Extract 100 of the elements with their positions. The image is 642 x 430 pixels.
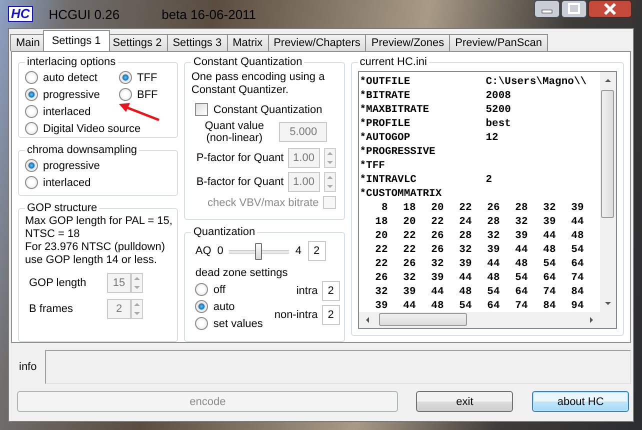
tab[interactable]: Matrix: [226, 34, 269, 51]
matrix-value: 22: [430, 215, 444, 229]
option-label: interlaced: [43, 176, 91, 188]
matrix-value: 26: [402, 257, 416, 271]
checkbox-label: check VBV/max bitrate: [207, 196, 319, 208]
matrix-value: 39: [570, 201, 584, 215]
group-title: current HC.ini: [358, 56, 428, 69]
tab[interactable]: Settings 1: [42, 30, 110, 51]
number-field[interactable]: 2: [322, 281, 340, 301]
ini-value: 2: [486, 173, 494, 187]
minimize-button[interactable]: [534, 0, 560, 18]
matrix-value: 64: [542, 271, 556, 285]
matrix-value: 32: [514, 215, 528, 229]
matrix-value: 54: [486, 285, 500, 299]
matrix-value: 18: [402, 201, 416, 215]
tab[interactable]: Settings 3: [166, 34, 228, 51]
slider-thumb[interactable]: [255, 242, 262, 260]
matrix-value: 32: [374, 285, 388, 299]
matrix-value: 74: [542, 285, 556, 299]
ini-value: best: [486, 117, 512, 131]
matrix-value: 44: [458, 271, 472, 285]
option-label: auto detect: [43, 72, 98, 84]
matrix-value: 48: [458, 285, 472, 299]
ini-value: 12: [486, 131, 500, 145]
matrix-value: 32: [458, 243, 472, 257]
spinner-arrows-icon[interactable]: [324, 148, 336, 168]
field-label: B frames: [29, 303, 74, 315]
ini-key: *BITRATE: [360, 89, 486, 103]
ini-key: *MAXBITRATE: [360, 103, 486, 117]
option-label: progressive: [43, 88, 100, 100]
push-button[interactable]: exit: [416, 391, 514, 412]
section-label: dead zone settings: [195, 267, 289, 279]
radio-button[interactable]: [25, 176, 38, 189]
radio-button[interactable]: [119, 88, 132, 101]
spinner-arrows-icon[interactable]: [131, 299, 143, 319]
radio-button[interactable]: [25, 105, 38, 118]
matrix-value: 26: [374, 271, 388, 285]
matrix-value: 26: [486, 201, 500, 215]
field-label: non-intra: [274, 309, 318, 321]
matrix-value: 74: [570, 271, 584, 285]
matrix-value: 54: [542, 257, 556, 271]
matrix-value: 22: [374, 257, 388, 271]
matrix-value: 8: [380, 201, 388, 215]
matrix-value: 22: [402, 243, 416, 257]
radio-button[interactable]: [25, 88, 38, 101]
matrix-value: 20: [374, 229, 388, 243]
group-title: interlacing options: [26, 56, 117, 69]
matrix-value: 48: [514, 257, 528, 271]
maximize-button[interactable]: [561, 0, 587, 18]
matrix-value: 22: [458, 201, 472, 215]
close-button[interactable]: [588, 0, 632, 18]
matrix-value: 64: [514, 285, 528, 299]
ini-key: *PROGRESSIVE: [360, 145, 486, 159]
radio-button[interactable]: [25, 159, 38, 172]
matrix-value: 32: [402, 271, 416, 285]
option-label: Digital Video source: [43, 122, 141, 134]
matrix-value: 54: [570, 243, 584, 257]
radio-button[interactable]: [195, 317, 208, 330]
radio-button[interactable]: [195, 300, 208, 313]
radio-button[interactable]: [119, 71, 132, 84]
ini-key: *TFF: [360, 159, 486, 173]
option-label: auto: [213, 300, 235, 312]
option-label: TFF: [137, 72, 158, 84]
horizontal-scrollbar[interactable]: [358, 312, 616, 328]
number-field[interactable]: 2: [322, 305, 340, 325]
matrix-value: 28: [486, 215, 500, 229]
slider-max-label: 4: [295, 245, 302, 257]
tab[interactable]: Preview/Chapters: [268, 34, 366, 51]
option-label: BFF: [137, 88, 158, 100]
matrix-value: 32: [430, 257, 444, 271]
matrix-value: 64: [570, 257, 584, 271]
ini-key: *CUSTOMMATRIX: [360, 187, 486, 201]
radio-button[interactable]: [25, 71, 38, 84]
tab[interactable]: Preview/Zones: [365, 34, 450, 51]
matrix-value: 18: [374, 215, 388, 229]
value-field[interactable]: 2: [308, 241, 326, 261]
matrix-value: 44: [514, 243, 528, 257]
matrix-value: 39: [402, 285, 416, 299]
tab[interactable]: Preview/PanScan: [449, 34, 548, 51]
note-text: For 23.976 NTSC (pulldown) use GOP length 14 or less.: [25, 241, 166, 267]
radio-button[interactable]: [195, 283, 208, 296]
matrix-value: 39: [542, 215, 556, 229]
option-label: set values: [213, 318, 263, 330]
matrix-value: 74: [514, 299, 528, 312]
push-button[interactable]: about HC: [532, 391, 629, 412]
matrix-value: 39: [430, 271, 444, 285]
matrix-value: 48: [430, 299, 444, 312]
option-label: progressive: [43, 160, 100, 172]
info-field[interactable]: [45, 350, 631, 384]
checkbox[interactable]: [195, 103, 208, 116]
field-label: B-factor for Quant: [196, 176, 284, 188]
tab[interactable]: Main: [10, 34, 46, 51]
field-label: Quant value (non-linear): [204, 120, 266, 144]
spinner-arrows-icon[interactable]: [324, 172, 336, 192]
radio-button[interactable]: [25, 122, 38, 135]
matrix-value: 28: [458, 229, 472, 243]
spinner-arrows-icon[interactable]: [131, 273, 143, 293]
window-subtitle: beta 16-06-2011: [162, 6, 256, 22]
ini-value: 5200: [486, 103, 512, 117]
vertical-scrollbar[interactable]: [600, 72, 616, 312]
